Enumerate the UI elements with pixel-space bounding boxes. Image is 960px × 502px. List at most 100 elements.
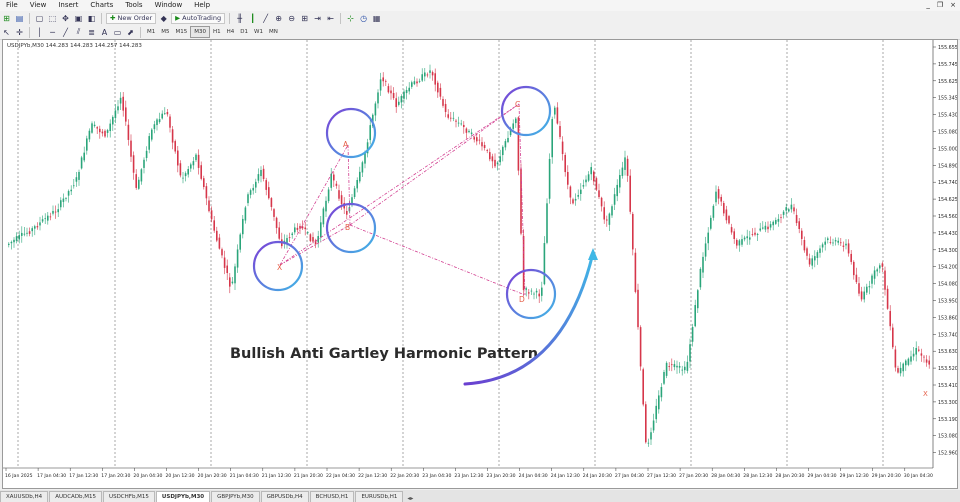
navigator-icon[interactable]: ✥ (60, 13, 71, 24)
pattern-leg-xc (279, 103, 520, 266)
bear-candle (892, 327, 894, 348)
candlestick-icon[interactable]: ┃ (247, 13, 258, 24)
menu-charts[interactable]: Charts (84, 0, 119, 11)
bull-candle (369, 125, 371, 141)
bear-candle (483, 145, 486, 149)
templates-icon[interactable]: ▦ (371, 13, 382, 24)
tab-gbpjpyb-m30[interactable]: GBPJPYb,M30 (211, 491, 260, 502)
bull-candle (681, 369, 683, 371)
timeframe-m1[interactable]: M1 (144, 27, 158, 37)
day-separators (17, 40, 884, 468)
menu-view[interactable]: View (24, 0, 53, 11)
timeframe-m5[interactable]: M5 (158, 27, 172, 37)
tab-gbpusdb-h4[interactable]: GBPUSDb,H4 (260, 491, 309, 502)
market-watch-icon[interactable]: ▢ (34, 13, 45, 24)
data-window-icon[interactable]: ⬚ (47, 13, 58, 24)
bear-candle (855, 274, 858, 283)
bull-candle (44, 218, 46, 220)
line-chart-icon[interactable]: ╱ (260, 13, 271, 24)
chart-window[interactable]: USDJPYb,M30 144.283 144.283 144.257 144.… (2, 39, 958, 489)
chart-shift-icon[interactable]: ⇤ (325, 13, 336, 24)
time-label: 17 Jan 20:30 (101, 473, 130, 479)
timeframe-h4[interactable]: H4 (224, 27, 238, 37)
bull-candle (452, 117, 455, 119)
tab-usdchfb-m15[interactable]: USDCHFb,M15 (103, 491, 155, 502)
time-label: 23 Jan 20:30 (487, 473, 516, 479)
tab-eurusdb-h1[interactable]: EURUSDb,H1 (355, 491, 404, 502)
indicators-icon[interactable]: ⊹ (345, 13, 356, 24)
autoscroll-icon[interactable]: ⇥ (312, 13, 323, 24)
menu-help[interactable]: Help (188, 0, 216, 11)
bear-candle (572, 199, 574, 204)
timeframe-m30[interactable]: M30 (190, 26, 210, 38)
bear-candle (842, 245, 845, 247)
new-order-button[interactable]: ✚ New Order (106, 12, 157, 24)
bear-candle (296, 227, 299, 230)
bear-candle (346, 211, 348, 215)
bull-candle (405, 89, 408, 94)
timeframe-d1[interactable]: D1 (237, 27, 251, 37)
timeframe-h1[interactable]: H1 (210, 27, 224, 37)
vertical-line-icon[interactable]: │ (34, 27, 45, 38)
bear-candle (265, 180, 267, 190)
bear-candle (481, 142, 483, 147)
terminal-icon[interactable]: ▣ (73, 13, 84, 24)
periods-icon[interactable]: ◷ (358, 13, 369, 24)
bear-candle (476, 137, 478, 142)
pattern-leg-bc (349, 103, 520, 226)
tester-icon[interactable]: ◧ (86, 13, 97, 24)
time-label: 27 Jan 20:30 (679, 473, 708, 479)
bull-candle (23, 233, 26, 235)
menu-file[interactable]: File (0, 0, 24, 11)
bar-chart-icon[interactable]: ╫ (234, 13, 245, 24)
tab-bchusd-h1[interactable]: BCHUSD,H1 (309, 491, 355, 502)
tab-usdjpyb-m30[interactable]: USDJPYb,M30 (155, 491, 211, 502)
time-label: 28 Jan 04:30 (711, 473, 740, 479)
label-tool-icon[interactable]: ▭ (112, 27, 123, 38)
menu-tools[interactable]: Tools (119, 0, 148, 11)
bull-candle (83, 152, 85, 161)
profiles-icon[interactable]: ▤ (14, 13, 25, 24)
bull-candle (158, 119, 161, 123)
autotrading-button[interactable]: ▶ AutoTrading (171, 12, 226, 24)
restore-button[interactable]: ❐ (937, 0, 943, 11)
price-label: 155.430 (938, 113, 957, 119)
bull-candle (429, 70, 431, 73)
fibonacci-icon[interactable]: ≣ (86, 27, 97, 38)
bull-candle (119, 97, 122, 104)
metaeditor-icon[interactable]: ◆ (158, 13, 169, 24)
bear-candle (179, 163, 182, 176)
minimize-button[interactable]: _ (926, 0, 930, 11)
crosshair-icon[interactable]: ✛ (14, 27, 25, 38)
menu-insert[interactable]: Insert (52, 0, 84, 11)
bear-candle (736, 239, 738, 246)
bull-candle (530, 290, 533, 292)
tabs-scroll-icon[interactable]: ◂▸ (404, 495, 416, 502)
trendline-icon[interactable]: ╱ (60, 27, 71, 38)
zoom-out-icon[interactable]: ⊖ (286, 13, 297, 24)
bull-candle (580, 189, 582, 194)
tile-windows-icon[interactable]: ⊞ (299, 13, 310, 24)
horizontal-line-icon[interactable]: ─ (47, 27, 58, 38)
arrow-tool-icon[interactable]: ⬈ (125, 27, 136, 38)
timeframe-w1[interactable]: W1 (251, 27, 266, 37)
price-chart[interactable]: USDJPYb,M30 144.283 144.283 144.257 144.… (3, 40, 957, 488)
tab-xauusdb-h4[interactable]: XAUUSDb,H4 (0, 491, 49, 502)
bear-candle (197, 154, 200, 168)
timeframe-mn[interactable]: MN (266, 27, 281, 37)
bear-candle (387, 86, 390, 93)
close-button[interactable]: × (950, 0, 956, 11)
menu-window[interactable]: Window (149, 0, 189, 11)
tab-audcadb-m15[interactable]: AUDCADb,M15 (49, 491, 103, 502)
text-tool-icon[interactable]: A (99, 27, 110, 38)
cursor-icon[interactable]: ↖ (1, 27, 12, 38)
timeframe-m15[interactable]: M15 (173, 27, 191, 37)
price-label: 155.625 (938, 79, 957, 85)
bull-candle (88, 130, 91, 140)
bear-candle (223, 257, 226, 268)
chart-tabs: XAUUSDb,H4 AUDCADb,M15 USDCHFb,M15 USDJP… (0, 490, 960, 502)
channel-icon[interactable]: ⫽ (73, 27, 84, 38)
new-chart-icon[interactable]: ⊞ (1, 13, 12, 24)
zoom-in-icon[interactable]: ⊕ (273, 13, 284, 24)
bull-candle (413, 81, 416, 85)
